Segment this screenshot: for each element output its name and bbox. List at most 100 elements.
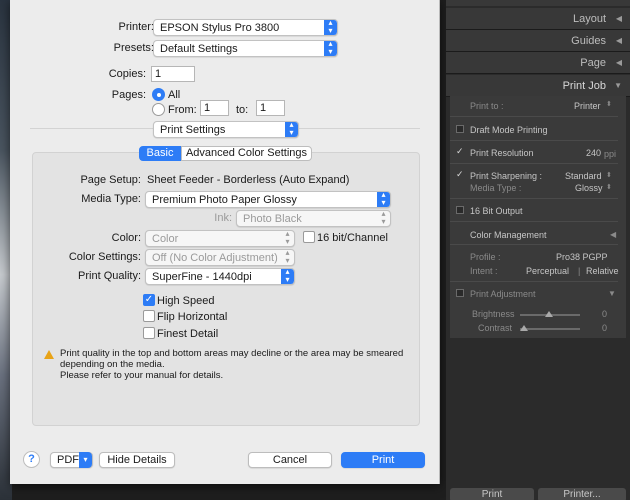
print-button[interactable]: Print bbox=[341, 452, 425, 468]
chevron-updown-icon: ▴ ▾ bbox=[324, 20, 337, 35]
chevron-updown-icon: ▴ ▾ bbox=[285, 249, 290, 265]
brightness-label: Brightness bbox=[472, 309, 515, 319]
section-value: Print Settings bbox=[160, 124, 226, 136]
print-quality-value: SuperFine - 1440dpi bbox=[152, 271, 252, 283]
chevron-down-icon: ▾ bbox=[79, 452, 92, 468]
chevron-updown-icon: ⬍ bbox=[606, 101, 612, 108]
contrast-slider[interactable] bbox=[520, 328, 580, 330]
color-label: Color: bbox=[111, 232, 141, 244]
help-button[interactable]: ? bbox=[23, 451, 40, 468]
bit-channel-checkbox[interactable] bbox=[303, 231, 315, 243]
collapse-triangle-icon[interactable]: ◀ bbox=[610, 230, 616, 239]
print-resolution-checkbox[interactable]: ✓ bbox=[456, 147, 464, 156]
hide-details-button[interactable]: Hide Details bbox=[99, 452, 175, 468]
bit-output-checkbox[interactable] bbox=[456, 206, 464, 214]
print-to-label: Print to : bbox=[470, 101, 504, 111]
print-sharpening-checkbox[interactable]: ✓ bbox=[456, 170, 464, 179]
panel-header-print-job[interactable]: Print Job ▼ bbox=[446, 75, 630, 97]
pages-all-label: All bbox=[168, 89, 181, 101]
intent-divider: | bbox=[578, 266, 581, 276]
print-adjustment-label: Print Adjustment bbox=[470, 289, 536, 299]
high-speed-checkbox[interactable]: ✓ bbox=[143, 294, 155, 306]
chevron-updown-icon: ▴ ▾ bbox=[285, 122, 298, 137]
collapse-triangle-icon: ▼ bbox=[614, 81, 622, 90]
media-type-value[interactable]: Glossy bbox=[575, 183, 603, 193]
print-adjustment-checkbox[interactable] bbox=[456, 289, 464, 297]
separator bbox=[450, 163, 618, 164]
printer-value: EPSON Stylus Pro 3800 bbox=[160, 22, 280, 34]
panel-header-page[interactable]: Page ◀ bbox=[446, 52, 630, 74]
copies-label: Copies: bbox=[108, 68, 146, 80]
media-type-label: Media Type: bbox=[81, 193, 141, 205]
ink-value: Photo Black bbox=[243, 213, 302, 225]
pages-from-field[interactable]: 1 bbox=[200, 100, 229, 116]
draft-mode-label: Draft Mode Printing bbox=[470, 125, 548, 135]
printer-popup[interactable]: EPSON Stylus Pro 3800 ▴ ▾ bbox=[153, 19, 338, 36]
chevron-updown-icon: ▴ ▾ bbox=[285, 230, 290, 246]
section-popup[interactable]: Print Settings ▴ ▾ bbox=[153, 121, 299, 138]
flip-horizontal-checkbox[interactable] bbox=[143, 310, 155, 322]
color-popup[interactable]: Color ▴ ▾ bbox=[145, 230, 295, 247]
bit-output-label: 16 Bit Output bbox=[470, 206, 523, 216]
tab-advanced-color-settings[interactable]: Advanced Color Settings bbox=[181, 146, 312, 161]
chevron-updown-icon: ▴ ▾ bbox=[381, 210, 386, 226]
separator bbox=[450, 221, 618, 222]
chevron-updown-icon: ▴ ▾ bbox=[377, 192, 390, 207]
print-resolution-value[interactable]: 240 bbox=[586, 148, 601, 158]
panel-header-guides[interactable]: Guides ◀ bbox=[446, 30, 630, 52]
brightness-value: 0 bbox=[602, 309, 608, 319]
chevron-updown-icon: ▴ ▾ bbox=[324, 41, 337, 56]
intent-perceptual[interactable]: Perceptual bbox=[526, 266, 569, 276]
color-management-label: Color Management bbox=[470, 230, 547, 240]
pages-all-radio[interactable] bbox=[152, 88, 165, 101]
page-label: Page bbox=[580, 57, 606, 69]
panel-header-layout[interactable]: Layout ◀ bbox=[446, 8, 630, 30]
cancel-button[interactable]: Cancel bbox=[248, 452, 332, 468]
draft-mode-checkbox[interactable] bbox=[456, 125, 464, 133]
print-to-value[interactable]: Printer bbox=[574, 101, 601, 111]
print-one-button[interactable]: Print bbox=[450, 488, 534, 500]
color-settings-value: Off (No Color Adjustment) bbox=[152, 252, 278, 264]
contrast-value: 0 bbox=[602, 323, 608, 333]
profile-label: Profile : bbox=[470, 252, 501, 262]
print-dialog: Printer: EPSON Stylus Pro 3800 ▴ ▾ Preset… bbox=[10, 0, 440, 484]
page-setup-value: Sheet Feeder - Borderless (Auto Expand) bbox=[147, 174, 350, 186]
pages-to-label: to: bbox=[236, 104, 249, 116]
flip-horizontal-label: Flip Horizontal bbox=[157, 311, 228, 323]
presets-popup[interactable]: Default Settings ▴ ▾ bbox=[153, 40, 338, 57]
print-sharpening-value[interactable]: Standard bbox=[565, 171, 602, 181]
warning-line-2: depending on the media. bbox=[60, 359, 165, 370]
lightroom-right-panel: Layout ◀ Guides ◀ Page ◀ Print Job ▼ Pri… bbox=[446, 0, 630, 500]
copies-field[interactable]: 1 bbox=[151, 66, 195, 82]
collapse-triangle-icon: ◀ bbox=[615, 36, 622, 45]
tab-basic[interactable]: Basic bbox=[139, 146, 181, 161]
warning-line-3: Please refer to your manual for details. bbox=[60, 370, 224, 381]
printer-settings-button[interactable]: Printer... bbox=[538, 488, 626, 500]
pages-from-radio[interactable] bbox=[152, 103, 165, 116]
color-settings-label: Color Settings: bbox=[68, 251, 141, 263]
pdf-button[interactable]: PDF ▾ bbox=[50, 452, 93, 468]
separator bbox=[450, 281, 618, 282]
intent-label: Intent : bbox=[470, 266, 498, 276]
presets-value: Default Settings bbox=[160, 43, 238, 55]
guides-label: Guides bbox=[571, 35, 606, 47]
contrast-knob[interactable] bbox=[520, 325, 528, 331]
separator bbox=[450, 140, 618, 141]
intent-relative[interactable]: Relative bbox=[586, 266, 619, 276]
print-job-label: Print Job bbox=[562, 80, 606, 92]
pages-to-field[interactable]: 1 bbox=[256, 100, 285, 116]
ink-popup[interactable]: Photo Black ▴ ▾ bbox=[236, 210, 391, 227]
ppi-label: ppi bbox=[604, 149, 617, 159]
chevron-updown-icon: ▴ ▾ bbox=[281, 269, 294, 284]
finest-detail-checkbox[interactable] bbox=[143, 327, 155, 339]
warning-line-1: Print quality in the top and bottom area… bbox=[60, 348, 404, 359]
print-quality-popup[interactable]: SuperFine - 1440dpi ▴ ▾ bbox=[145, 268, 295, 285]
ink-label: Ink: bbox=[214, 212, 232, 224]
color-settings-popup[interactable]: Off (No Color Adjustment) ▴ ▾ bbox=[145, 249, 295, 266]
pages-from-label: From: bbox=[168, 104, 197, 116]
collapse-triangle-icon[interactable]: ▼ bbox=[608, 289, 616, 298]
brightness-knob[interactable] bbox=[545, 311, 553, 317]
media-type-popup[interactable]: Premium Photo Paper Glossy ▴ ▾ bbox=[145, 191, 391, 208]
profile-value[interactable]: Pro38 PGPP bbox=[556, 252, 608, 262]
layout-label: Layout bbox=[572, 13, 606, 25]
